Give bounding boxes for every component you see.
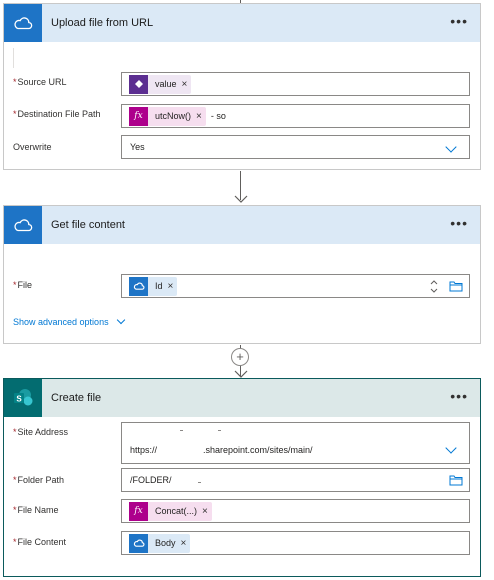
dynamic-content-token[interactable]: Body × [129,533,191,553]
expression-token[interactable]: fx utcNow() × [129,106,206,126]
create-card-header[interactable]: S Create file ••• [4,379,480,417]
onedrive-cloud-icon [129,276,148,296]
add-step-button[interactable]: + [231,348,249,366]
file-name-label: *File Name [13,505,59,515]
spinner-icon[interactable] [429,277,439,296]
card-title: Create file [51,392,102,404]
dynamic-content-icon [129,74,148,94]
sharepoint-icon: S [4,379,42,417]
upload-card-header[interactable]: Upload file from URL ••• [4,4,480,42]
remove-token-icon[interactable]: × [182,79,192,90]
folder-path-label: *Folder Path [13,475,65,485]
folder-path-value: /FOLDER/ [130,475,172,485]
show-advanced-options-link[interactable]: Show advanced options [13,315,125,327]
more-icon[interactable]: ••• [450,389,468,403]
chevron-down-icon[interactable] [445,442,457,454]
card-title: Get file content [51,219,125,231]
site-address-suffix: .sharepoint.com/sites/main/ [203,445,313,455]
destination-path-label: *Destination File Path [13,109,101,119]
source-url-field[interactable]: value × [121,72,470,96]
more-icon[interactable]: ••• [450,216,468,230]
site-address-dropdown[interactable]: https:// .sharepoint.com/sites/main/ [121,422,470,464]
site-address-label: *Site Address [13,427,69,437]
remove-token-icon[interactable]: × [196,111,206,122]
redacted-mark [198,482,201,483]
more-icon[interactable]: ••• [450,14,468,28]
expression-icon: fx [129,501,148,521]
site-address-prefix: https:// [130,445,158,455]
onedrive-cloud-icon [129,533,148,553]
destination-suffix: - so [210,111,226,121]
get-content-card-header[interactable]: Get file content ••• [4,206,480,244]
file-field[interactable]: Id × [121,274,470,298]
upload-file-card[interactable]: Upload file from URL ••• *Source URL val… [3,3,481,170]
overwrite-label: Overwrite [13,142,52,152]
folder-path-field[interactable]: /FOLDER/ [121,468,470,492]
expression-icon: fx [129,106,148,126]
remove-token-icon[interactable]: × [168,281,178,292]
create-file-card[interactable]: S Create file ••• *Site Address https://… [3,378,481,577]
onedrive-cloud-icon [4,206,42,244]
dynamic-content-token[interactable]: value × [129,74,192,94]
source-url-label: *Source URL [13,77,67,87]
svg-text:S: S [16,395,22,404]
file-label: *File [13,280,33,290]
destination-path-field[interactable]: fx utcNow() × - so [121,104,470,128]
folder-icon[interactable] [449,280,463,292]
overwrite-dropdown[interactable]: Yes [121,135,470,159]
overwrite-value: Yes [130,142,145,152]
arrow-down-icon [234,370,248,378]
chevron-down-icon[interactable] [445,141,457,153]
file-name-field[interactable]: fx Concat(...) × [121,499,470,523]
redacted-mark [218,430,221,431]
redacted-mark [180,430,183,431]
folder-icon[interactable] [449,474,463,486]
chevron-down-icon [116,315,125,325]
divider [13,48,14,68]
remove-token-icon[interactable]: × [181,538,191,549]
onedrive-cloud-icon [4,4,42,42]
get-file-content-card[interactable]: Get file content ••• *File Id × Show adv… [3,205,481,344]
expression-token[interactable]: fx Concat(...) × [129,501,212,521]
dynamic-content-token[interactable]: Id × [129,276,178,296]
card-title: Upload file from URL [51,17,154,29]
file-content-field[interactable]: Body × [121,531,470,555]
file-content-label: *File Content [13,537,67,547]
arrow-down-icon [234,195,248,203]
remove-token-icon[interactable]: × [202,506,212,517]
